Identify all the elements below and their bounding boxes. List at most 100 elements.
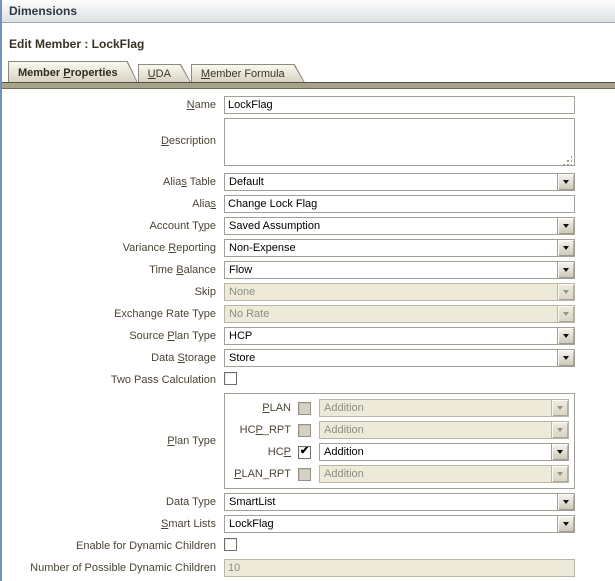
tab-uda[interactable]: UDA — [138, 64, 191, 82]
dropdown-arrow-button[interactable] — [557, 218, 574, 234]
enable-dynamic-children-checkbox[interactable] — [224, 538, 237, 551]
time-balance-select[interactable]: Flow — [224, 261, 575, 279]
exchange-rate-type-value: No Rate — [229, 308, 270, 320]
dropdown-arrow-button[interactable] — [557, 350, 574, 366]
alias-table-value: Default — [229, 176, 264, 188]
variance-reporting-value: Non-Expense — [229, 242, 296, 254]
field-row-two-pass-calculation: Two Pass Calculation — [2, 371, 615, 389]
alias-table-label: Alias Table — [163, 176, 216, 188]
source-plan-type-label: Source Plan Type — [129, 330, 216, 342]
chevron-down-icon — [557, 472, 563, 476]
dropdown-arrow-button — [557, 306, 574, 322]
hcp-rpt-label: HCP_RPT — [239, 424, 291, 436]
two-pass-calculation-label: Two Pass Calculation — [110, 374, 216, 386]
plan-type-row-plan: PLAN Addition — [229, 399, 569, 417]
plan-type-row-hcp-rpt: HCP_RPT Addition — [229, 421, 569, 439]
tab-member-properties-label: Member Properties — [18, 67, 118, 79]
exchange-rate-type-label: Exchange Rate Type — [114, 308, 216, 320]
smart-lists-select[interactable]: LockFlag — [224, 515, 575, 533]
dropdown-arrow-button[interactable] — [557, 174, 574, 190]
field-row-alias-table: Alias Table Default — [2, 173, 615, 191]
plan-type-group: PLAN Addition HCP_RPT Addition HCP ✔ Add… — [224, 393, 575, 489]
data-type-value: SmartList — [229, 496, 276, 508]
plan-rpt-label: PLAN_RPT — [234, 468, 291, 480]
dropdown-arrow-button[interactable] — [557, 240, 574, 256]
data-type-select[interactable]: SmartList — [224, 493, 575, 511]
name-label: Name — [186, 99, 216, 111]
data-storage-value: Store — [229, 352, 256, 364]
plan-rpt-aggregation-value: Addition — [324, 468, 364, 480]
dropdown-arrow-button[interactable] — [557, 262, 574, 278]
skip-value: None — [229, 286, 256, 298]
field-row-account-type: Account Type Saved Assumption — [2, 217, 615, 235]
dimensions-panel: Dimensions Edit Member : LockFlag Member… — [0, 0, 615, 581]
field-row-exchange-rate-type: Exchange Rate Type No Rate — [2, 305, 615, 323]
field-row-name: Name — [2, 96, 615, 114]
account-type-select[interactable]: Saved Assumption — [224, 217, 575, 235]
plan-rpt-checkbox — [298, 467, 311, 481]
hcp-rpt-aggregation-value: Addition — [324, 424, 364, 436]
chevron-down-icon — [563, 356, 569, 360]
check-icon: ✔ — [299, 445, 310, 457]
num-dynamic-children-label: Number of Possible Dynamic Children — [30, 562, 216, 574]
description-textarea[interactable] — [224, 118, 575, 166]
tab-member-formula[interactable]: Member Formula — [191, 64, 305, 82]
hcp-aggregation-value: Addition — [324, 446, 364, 458]
field-row-enable-dynamic-children: Enable for Dynamic Children — [2, 537, 615, 555]
field-row-variance-reporting: Variance Reporting Non-Expense — [2, 239, 615, 257]
chevron-down-icon — [563, 312, 569, 316]
dropdown-arrow-button — [551, 466, 568, 482]
skip-select: None — [224, 283, 575, 301]
chevron-down-icon — [557, 450, 563, 454]
data-storage-label: Data Storage — [151, 352, 216, 364]
plan-rpt-aggregation-select: Addition — [319, 465, 569, 483]
field-row-num-dynamic-children: Number of Possible Dynamic Children — [2, 559, 615, 577]
alias-table-select[interactable]: Default — [224, 173, 575, 191]
tab-strip: Member Properties UDA Member Formula — [2, 61, 615, 82]
two-pass-field — [224, 372, 575, 388]
plan-type-row-hcp: HCP ✔ Addition — [229, 443, 569, 461]
alias-label: Alias — [192, 198, 216, 210]
hcp-rpt-checkbox — [298, 423, 311, 437]
skip-label: Skip — [194, 286, 216, 298]
variance-reporting-label: Variance Reporting — [122, 242, 216, 254]
two-pass-calculation-checkbox[interactable] — [224, 372, 237, 385]
chevron-down-icon — [563, 500, 569, 504]
dropdown-arrow-button[interactable] — [551, 444, 568, 460]
dropdown-arrow-button[interactable] — [557, 328, 574, 344]
hcp-checkbox[interactable]: ✔ — [298, 445, 311, 459]
chevron-down-icon — [563, 268, 569, 272]
dropdown-arrow-button — [557, 284, 574, 300]
field-row-data-storage: Data Storage Store — [2, 349, 615, 367]
window-title: Dimensions — [9, 4, 78, 18]
chevron-down-icon — [563, 246, 569, 250]
field-row-plan-type: Plan Type PLAN Addition HCP_RPT Addition — [2, 393, 615, 489]
description-field-wrap — [224, 118, 575, 169]
chevron-down-icon — [563, 522, 569, 526]
field-row-time-balance: Time Balance Flow — [2, 261, 615, 279]
account-type-label: Account Type — [149, 220, 216, 232]
plan-aggregation-select: Addition — [319, 399, 569, 417]
plan-type-label: Plan Type — [167, 435, 216, 447]
dropdown-arrow-button[interactable] — [557, 516, 574, 532]
plan-label: PLAN — [262, 402, 291, 414]
source-plan-type-select[interactable]: HCP — [224, 327, 575, 345]
enable-dynamic-children-label: Enable for Dynamic Children — [75, 540, 216, 552]
window-titlebar: Dimensions — [2, 0, 615, 23]
chevron-down-icon — [563, 180, 569, 184]
dropdown-arrow-button[interactable] — [557, 494, 574, 510]
dropdown-arrow-button — [551, 422, 568, 438]
page-title: Edit Member : LockFlag — [9, 37, 145, 51]
tab-member-properties[interactable]: Member Properties — [8, 61, 138, 82]
hcp-label: HCP — [267, 446, 291, 458]
data-storage-select[interactable]: Store — [224, 349, 575, 367]
chevron-down-icon — [563, 290, 569, 294]
enable-dynamic-children-field — [224, 538, 575, 554]
variance-reporting-select[interactable]: Non-Expense — [224, 239, 575, 257]
chevron-down-icon — [557, 428, 563, 432]
name-input[interactable] — [224, 96, 575, 114]
hcp-aggregation-select[interactable]: Addition — [319, 443, 569, 461]
alias-input[interactable] — [224, 195, 575, 213]
field-row-skip: Skip None — [2, 283, 615, 301]
field-row-alias: Alias — [2, 195, 615, 213]
